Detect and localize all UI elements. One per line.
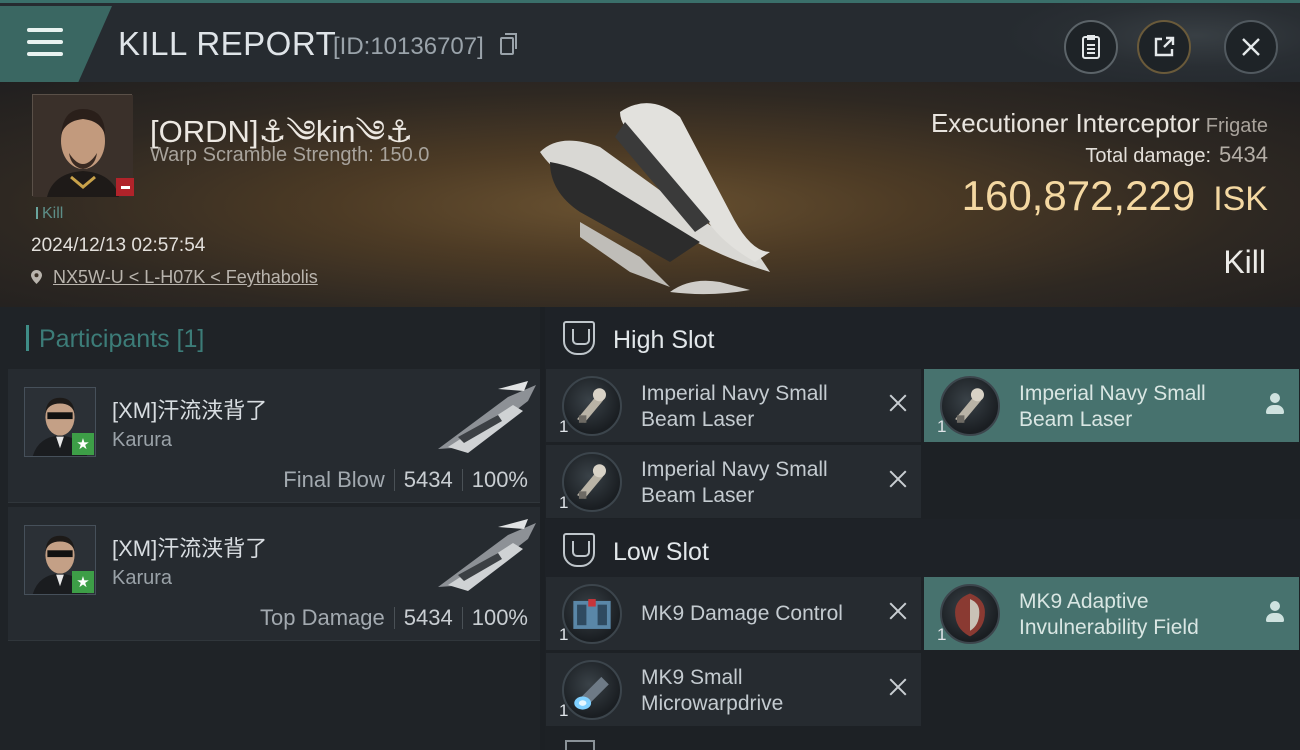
isk-unit: ISK [1213, 180, 1268, 218]
participant-percent: 100% [471, 605, 528, 630]
isk-value: 160,872,229 ISK [962, 172, 1268, 220]
isk-amount: 160,872,229 [961, 172, 1196, 219]
participant-name[interactable]: [XM]汗流浃背了 [112, 393, 267, 425]
low-slot-icon [563, 533, 595, 567]
laser-module-icon [562, 376, 622, 436]
result-label: Kill [1223, 244, 1266, 280]
laser-module-icon [940, 376, 1000, 436]
remove-icon [889, 394, 907, 412]
module-name: MK9 Damage Control [641, 602, 843, 625]
high-slot-icon [563, 321, 595, 355]
victim-ship-image[interactable] [520, 92, 790, 297]
participants-header[interactable]: Participants [1] [26, 325, 204, 354]
victim-pilot-name[interactable]: [ORDN]⚓༄kin༄⚓ [150, 97, 413, 184]
remove-icon [889, 602, 907, 620]
participant-percent: 100% [471, 467, 528, 492]
module-name: Imperial Navy Small Beam Laser [1019, 382, 1206, 431]
module-name: MK9 Small Microwarpdrive [641, 666, 784, 715]
page-title: KILL REPORT [118, 25, 337, 62]
clipboard-icon [1082, 35, 1100, 59]
module-quantity: 1 [937, 625, 947, 644]
close-icon [1242, 38, 1260, 56]
warp-scramble-strength: Warp Scramble Strength: 150.0 [150, 144, 430, 166]
total-damage: Total damage: 5434 [1085, 142, 1268, 168]
ship-name-text: Executioner Interceptor [930, 108, 1200, 138]
laser-module-icon [562, 452, 622, 512]
shield-module-icon [940, 584, 1000, 644]
module-item[interactable]: 1 MK9 Small Microwarpdrive [546, 653, 921, 726]
participant-role: Top Damage [260, 605, 385, 630]
module-quantity: 1 [559, 493, 569, 512]
participant-stats: Top Damage 5434 100% [260, 605, 528, 631]
victim-panel: [ORDN]⚓༄kin༄⚓ Warp Scramble Strength: 15… [0, 82, 1300, 307]
participants-panel: Participants [1] ★ [XM]汗流浃背了 Karura Fina… [0, 307, 540, 750]
participant-row[interactable]: ★ [XM]汗流浃背了 Karura Final Blow 5434 100% [8, 369, 540, 503]
person-icon [1265, 601, 1285, 623]
module-quantity: 1 [559, 417, 569, 436]
participant-ship-image [438, 519, 536, 591]
module-item[interactable]: 1 Imperial Navy Small Beam Laser [546, 445, 921, 518]
module-quantity: 1 [559, 701, 569, 720]
fitting-panel: High Slot 1 Imperial Navy Small Beam Las… [545, 307, 1300, 750]
menu-button[interactable] [0, 6, 112, 82]
high-slot-title: High Slot [613, 326, 715, 354]
participant-row[interactable]: ★ [XM]汗流浃背了 Karura Top Damage 5434 100% [8, 507, 540, 641]
module-name: MK9 Adaptive Invulnerability Field [1019, 590, 1199, 639]
share-button[interactable] [1137, 20, 1191, 74]
location-pin-icon [31, 270, 42, 284]
participant-ship: Karura [112, 567, 173, 589]
share-icon [1154, 36, 1175, 57]
kill-location: NX5W-U < L-H07K < Feythabolis [31, 267, 318, 288]
victim-ship-name[interactable]: Executioner Interceptor Frigate [931, 108, 1268, 139]
minus-icon [116, 178, 134, 196]
participant-damage: 5434 [403, 605, 453, 630]
participant-ship: Karura [112, 429, 173, 451]
high-slot-header: High Slot [545, 307, 1300, 369]
low-slot-title: Low Slot [613, 538, 709, 566]
module-item[interactable]: 1 MK9 Damage Control [546, 577, 921, 650]
top-bar: KILL REPORT [ID:10136707] [0, 0, 1300, 85]
low-slot-header: Low Slot [545, 519, 1300, 581]
damage-control-icon [562, 584, 622, 644]
participant-role: Final Blow [283, 467, 385, 492]
module-item[interactable]: 1 Imperial Navy Small Beam Laser [546, 369, 921, 442]
star-icon: ★ [72, 433, 94, 455]
kill-datetime: 2024/12/13 02:57:54 [31, 235, 206, 256]
participant-stats: Final Blow 5434 100% [283, 467, 528, 493]
microwarpdrive-icon [562, 660, 622, 720]
module-name: Imperial Navy Small Beam Laser [641, 458, 828, 507]
module-item[interactable]: 1 MK9 Adaptive Invulnerability Field [924, 577, 1299, 650]
close-button[interactable] [1224, 20, 1278, 74]
remove-icon [889, 470, 907, 488]
participant-damage: 5434 [403, 467, 453, 492]
module-name: Imperial Navy Small Beam Laser [641, 382, 828, 431]
report-id: [ID:10136707] [333, 33, 484, 60]
module-quantity: 1 [559, 625, 569, 644]
total-damage-value: 5434 [1219, 142, 1268, 167]
location-link[interactable]: NX5W-U < L-H07K < Feythabolis [53, 267, 318, 287]
star-icon: ★ [72, 571, 94, 593]
module-quantity: 1 [937, 417, 947, 436]
kill-tag: Kill [36, 205, 63, 223]
copy-icon[interactable] [500, 33, 517, 55]
participant-ship-image [438, 381, 536, 453]
person-icon [1265, 393, 1285, 415]
clipboard-button[interactable] [1064, 20, 1118, 74]
next-slot-icon [565, 740, 595, 750]
ship-class: Frigate [1205, 115, 1268, 137]
module-item[interactable]: 1 Imperial Navy Small Beam Laser [924, 369, 1299, 442]
participant-name[interactable]: [XM]汗流浃背了 [112, 531, 267, 563]
total-damage-label: Total damage: [1085, 145, 1212, 167]
remove-icon [889, 678, 907, 696]
